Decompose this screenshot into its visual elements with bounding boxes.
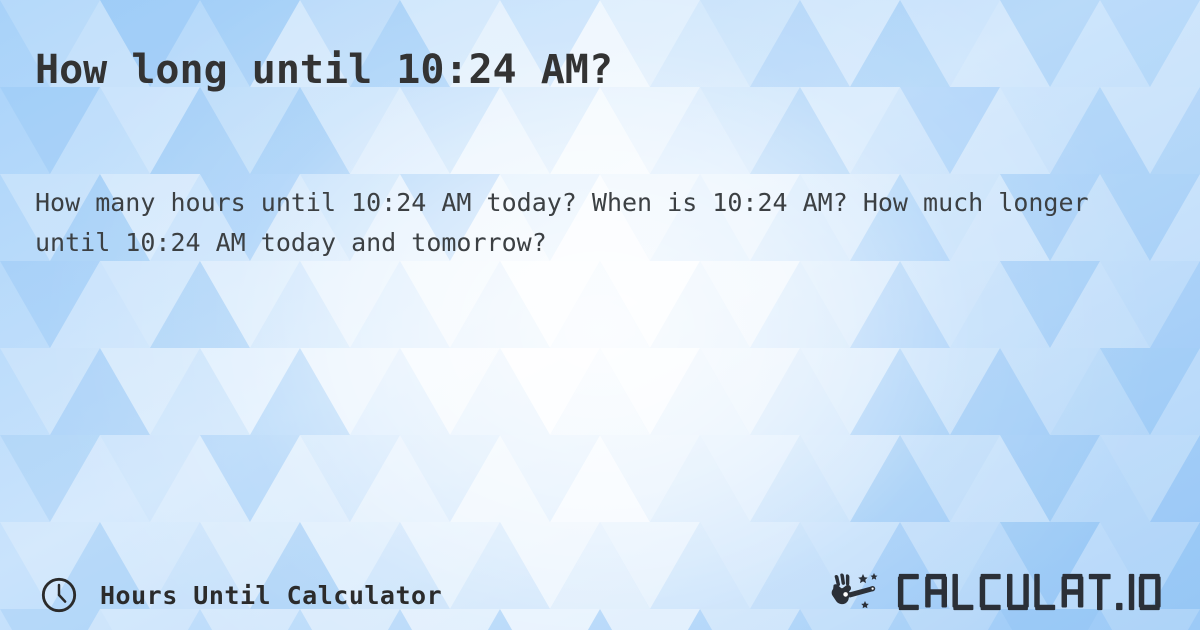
logo-wordmark-calculatio: CALCULAT.IO — [897, 573, 1161, 611]
card-footer: Hours Until Calculator — [0, 534, 1200, 630]
page-description: How many hours until 10:24 AM today? Whe… — [35, 188, 1089, 257]
clock-icon — [41, 577, 77, 613]
footer-brand[interactable]: Hours Until Calculator — [40, 576, 442, 614]
footer-brand-label: Hours Until Calculator — [100, 580, 443, 610]
share-card: How long until 10:24 AM? How many hours … — [0, 0, 1200, 630]
card-content: How long until 10:24 AM? How many hours … — [0, 0, 1200, 630]
site-logo[interactable]: CALCULAT.IO — [827, 572, 1166, 612]
magic-wand-hand-icon — [831, 573, 878, 609]
page-title: How long until 10:24 AM? — [35, 47, 613, 93]
